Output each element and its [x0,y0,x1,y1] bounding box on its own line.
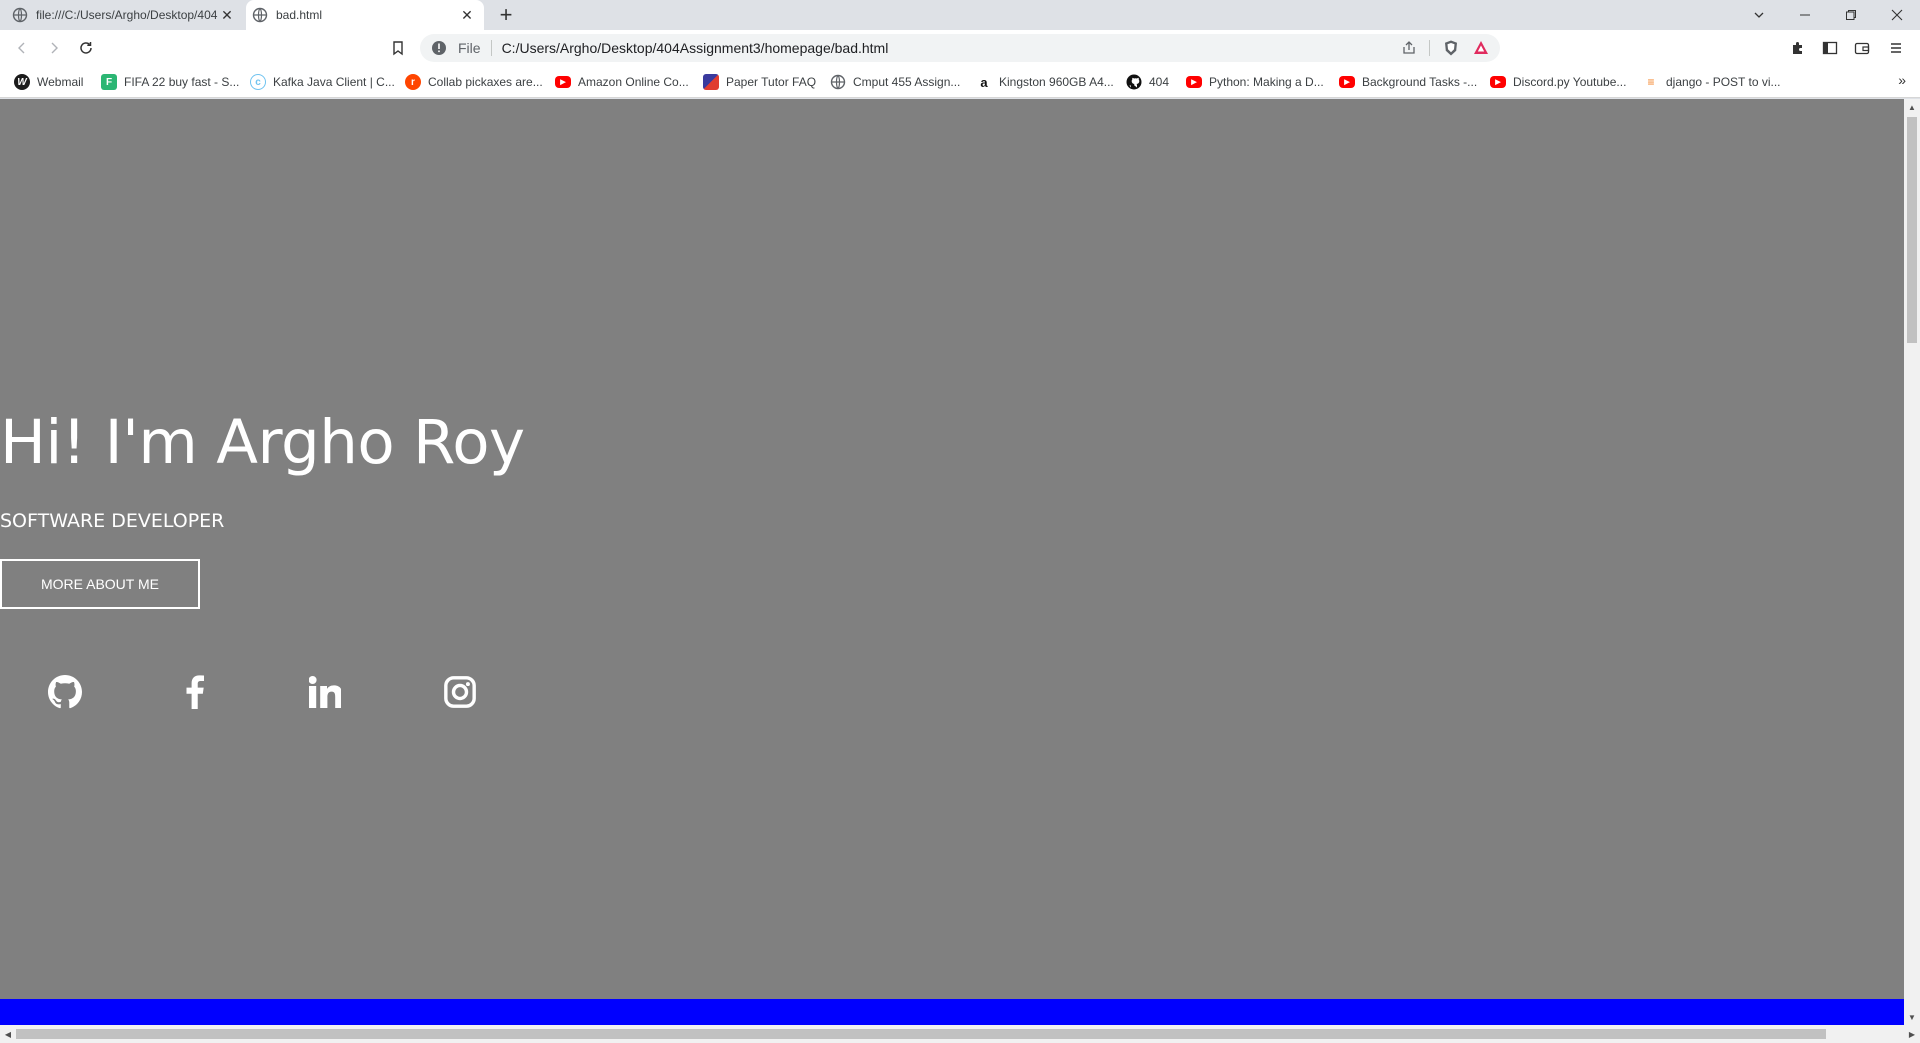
bookmark-label: Python: Making a D... [1209,75,1324,89]
youtube-icon: ▶ [1186,76,1202,88]
bookmark-label: Collab pickaxes are... [428,75,543,89]
futbin-icon: F [101,74,117,90]
amazon-icon: a [980,74,988,90]
page-viewport: Hi! I'm Argho Roy SOFTWARE DEVELOPER MOR… [0,99,1904,1025]
vertical-scrollbar[interactable]: ▲ ▼ [1904,99,1920,1025]
globe-icon [830,74,846,90]
instagram-icon[interactable] [442,674,478,710]
facebook-icon[interactable] [177,674,213,710]
globe-icon [12,7,28,23]
bookmark-label: Paper Tutor FAQ [726,75,817,89]
brave-rewards-icon[interactable] [1472,39,1490,57]
bookmark-label: Kingston 960GB A4... [999,75,1114,89]
bookmark-label: Amazon Online Co... [578,75,689,89]
tab-title: file:///C:/Users/Argho/Desktop/404 [36,8,218,22]
more-about-me-button[interactable]: MORE ABOUT ME [0,559,200,609]
scroll-right-arrow-icon[interactable]: ▶ [1904,1026,1920,1042]
omnibox-divider [1429,40,1430,56]
url-text[interactable]: C:/Users/Argho/Desktop/404Assignment3/ho… [502,40,1401,56]
bookmark-webmail[interactable]: W Webmail [14,73,83,91]
sidebar-icon[interactable] [1818,36,1842,60]
restore-button[interactable] [1828,0,1874,30]
bookmark-amazon-online[interactable]: ▶ Amazon Online Co... [555,73,689,91]
bookmark-label: FIFA 22 buy fast - S... [124,75,240,89]
horizontal-scrollbar[interactable]: ◀ ▶ [0,1025,1920,1043]
menu-icon[interactable] [1884,36,1908,60]
vertical-scroll-thumb[interactable] [1907,117,1917,343]
bookmark-label: Background Tasks -... [1362,75,1478,89]
bookmark-fifa[interactable]: F FIFA 22 buy fast - S... [101,73,239,91]
tab-title: bad.html [276,8,323,22]
horizontal-scroll-thumb[interactable] [16,1029,1826,1039]
bookmarks-bar: W Webmail F FIFA 22 buy fast - S... c Ka… [0,66,1920,98]
bookmark-404[interactable]: 404 [1126,73,1169,91]
close-window-button[interactable] [1874,0,1920,30]
papertutor-icon [703,74,719,90]
back-button[interactable] [10,36,34,60]
bookmark-label: Webmail [37,75,84,89]
close-tab-icon[interactable]: ✕ [218,6,236,24]
hero-title: Hi! I'm Argho Roy [0,407,525,478]
scroll-down-arrow-icon[interactable]: ▼ [1904,1009,1920,1025]
close-tab-icon[interactable]: ✕ [458,6,476,24]
hero-subtitle: SOFTWARE DEVELOPER [0,510,225,532]
tab-bad-html[interactable]: bad.html ✕ [246,0,484,30]
youtube-icon: ▶ [1490,76,1506,88]
scheme-label: File [458,40,481,56]
linkedin-icon[interactable] [307,674,343,710]
wallet-icon[interactable] [1850,36,1874,60]
address-bar[interactable]: File C:/Users/Argho/Desktop/404Assignmen… [420,34,1500,62]
minimize-button[interactable] [1782,0,1828,30]
youtube-icon: ▶ [1339,76,1355,88]
bookmark-background-tasks[interactable]: ▶ Background Tasks -... [1339,73,1477,91]
brave-shield-icon[interactable] [1442,39,1460,57]
footer-bar [0,999,1904,1025]
forward-button[interactable] [42,36,66,60]
confluent-icon: c [250,74,266,90]
reddit-icon: r [405,74,421,90]
bookmark-label: Discord.py Youtube... [1513,75,1627,89]
share-icon[interactable] [1401,40,1417,56]
bookmark-paper-tutor[interactable]: Paper Tutor FAQ [703,73,816,91]
github-icon[interactable] [47,674,83,710]
info-icon[interactable] [430,39,448,57]
scroll-left-arrow-icon[interactable]: ◀ [0,1026,16,1042]
bookmark-label: Cmput 455 Assign... [853,75,961,89]
globe-icon [252,7,268,23]
extensions-icon[interactable] [1786,36,1810,60]
bookmark-python[interactable]: ▶ Python: Making a D... [1186,73,1324,91]
bookmark-collab[interactable]: r Collab pickaxes are... [405,73,543,91]
new-tab-button[interactable]: + [494,3,518,27]
bookmark-label: 404 [1149,75,1170,89]
stackoverflow-icon: ≡ [1647,75,1655,89]
bookmark-label: Kafka Java Client | C... [273,75,395,89]
bookmark-kafka[interactable]: c Kafka Java Client | C... [250,73,395,91]
bookmark-icon[interactable] [386,36,410,60]
bookmark-kingston[interactable]: a Kingston 960GB A4... [976,73,1114,91]
github-icon [1126,74,1142,90]
reload-button[interactable] [74,36,98,60]
webmail-icon: W [14,74,30,90]
youtube-icon: ▶ [555,76,571,88]
bookmark-discordpy[interactable]: ▶ Discord.py Youtube... [1490,73,1626,91]
bookmarks-overflow-button[interactable]: » [1898,72,1906,88]
scroll-up-arrow-icon[interactable]: ▲ [1904,99,1920,115]
tab-strip: file:///C:/Users/Argho/Desktop/404 ✕ bad… [0,0,1920,30]
tab-search-icon[interactable] [1736,0,1782,30]
browser-toolbar: File C:/Users/Argho/Desktop/404Assignmen… [0,30,1920,66]
omnibox-divider [490,40,492,56]
tab-file-path[interactable]: file:///C:/Users/Argho/Desktop/404 ✕ [0,0,244,30]
bookmark-label: django - POST to vi... [1666,75,1781,89]
bookmark-cmput[interactable]: Cmput 455 Assign... [830,73,960,91]
bookmark-django[interactable]: ≡ django - POST to vi... [1643,73,1781,91]
